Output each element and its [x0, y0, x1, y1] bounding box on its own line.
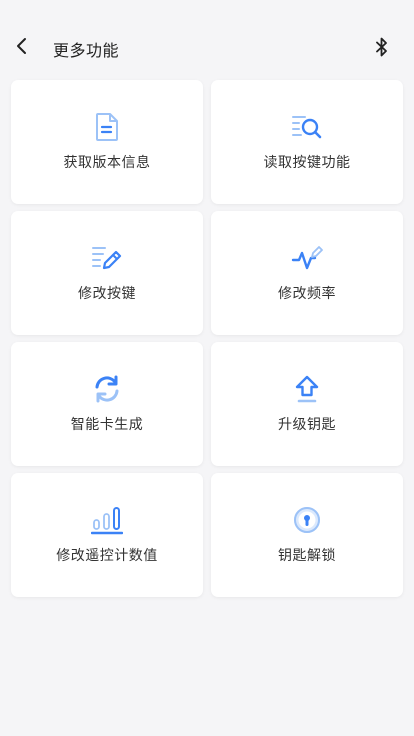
feature-grid: 获取版本信息 读取按键功能 修改按键 修改频率 智能卡生成 升级钥匙 修改遥控计…: [11, 80, 403, 597]
feature-card-modify-counter[interactable]: 修改遥控计数值: [11, 473, 203, 597]
bar-chart-icon: [91, 504, 123, 536]
page-title: 更多功能: [53, 41, 120, 60]
list-edit-icon: [91, 242, 123, 274]
feature-label: 修改遥控计数值: [56, 548, 158, 564]
feature-label: 读取按键功能: [263, 155, 351, 171]
feature-label: 获取版本信息: [63, 155, 151, 171]
feature-card-upgrade-key[interactable]: 升级钥匙: [211, 342, 403, 466]
document-icon: [91, 111, 123, 143]
feature-label: 修改按键: [78, 286, 136, 302]
back-button[interactable]: [10, 36, 34, 60]
pulse-edit-icon: [291, 242, 323, 274]
refresh-icon: [91, 373, 123, 405]
feature-card-get-version[interactable]: 获取版本信息: [11, 80, 203, 204]
feature-label: 升级钥匙: [278, 417, 336, 433]
feature-card-read-keys[interactable]: 读取按键功能: [211, 80, 403, 204]
bluetooth-icon: [375, 37, 389, 61]
keyhole-icon: [291, 504, 323, 536]
feature-card-modify-frequency[interactable]: 修改频率: [211, 211, 403, 335]
feature-card-key-unlock[interactable]: 钥匙解锁: [211, 473, 403, 597]
bluetooth-button[interactable]: [372, 37, 392, 61]
feature-label: 钥匙解锁: [278, 548, 336, 564]
feature-card-smart-card[interactable]: 智能卡生成: [11, 342, 203, 466]
feature-card-modify-keys[interactable]: 修改按键: [11, 211, 203, 335]
chevron-left-icon: [15, 37, 29, 59]
feature-label: 修改频率: [278, 286, 336, 302]
header-bar: 更多功能: [0, 0, 414, 80]
list-search-icon: [291, 111, 323, 143]
upload-arrow-icon: [291, 373, 323, 405]
feature-label: 智能卡生成: [70, 417, 144, 433]
app-screen: 更多功能 获取版本信息 读取按键功能 修改按键 修改频率 智能卡生成 升级钥匙 …: [0, 0, 414, 736]
